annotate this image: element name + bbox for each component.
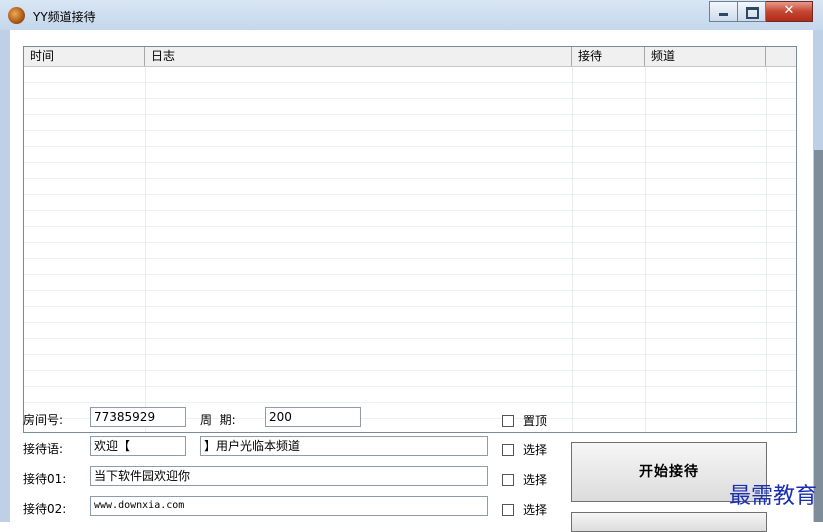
period-input[interactable]: 200 bbox=[265, 407, 361, 427]
greeting01-input[interactable]: 当下软件园欢迎你 bbox=[90, 466, 488, 486]
maximize-button[interactable] bbox=[738, 1, 766, 22]
pin-top-checkbox[interactable]: 置顶 bbox=[502, 412, 547, 429]
greeting-select-checkbox[interactable]: 选择 bbox=[502, 441, 547, 458]
client-area: 时间 日志 接待 频道 房间号: 77385929 周 期: 200 置顶 接待… bbox=[10, 30, 813, 532]
window-title: YY频道接待 bbox=[33, 10, 96, 24]
watermark-text: 最需教育 bbox=[728, 484, 817, 509]
column-header-reception[interactable]: 接待 bbox=[572, 47, 645, 66]
period-label: 周 期: bbox=[200, 413, 236, 427]
minimize-button[interactable] bbox=[709, 1, 738, 22]
greeting-prefix-input[interactable]: 欢迎【 bbox=[90, 436, 186, 456]
column-divider bbox=[645, 67, 646, 432]
greeting-suffix-input[interactable]: 】用户光临本频道 bbox=[200, 436, 488, 456]
column-header-channel[interactable]: 频道 bbox=[645, 47, 766, 66]
greeting01-select-checkbox[interactable]: 选择 bbox=[502, 471, 547, 488]
greeting02-select-checkbox[interactable]: 选择 bbox=[502, 501, 547, 518]
column-header-log[interactable]: 日志 bbox=[145, 47, 572, 66]
greeting-label: 接待语: bbox=[23, 442, 64, 456]
checkbox-box[interactable] bbox=[502, 414, 514, 427]
checkbox-box[interactable] bbox=[502, 443, 514, 456]
window-edge bbox=[814, 150, 823, 522]
select-label: 选择 bbox=[523, 503, 548, 517]
title-bar[interactable]: YY频道接待 bbox=[0, 0, 823, 30]
select-label: 选择 bbox=[523, 473, 548, 487]
log-list-header: 时间 日志 接待 频道 bbox=[24, 47, 796, 67]
close-button[interactable] bbox=[766, 1, 813, 22]
greeting01-label: 接待01: bbox=[23, 472, 67, 486]
column-header-time[interactable]: 时间 bbox=[24, 47, 145, 66]
checkbox-box[interactable] bbox=[502, 473, 514, 486]
app-window: YY频道接待 时间 日志 接待 频道 房间号: 77385929 周 期: 2 bbox=[0, 0, 823, 532]
pin-top-label: 置顶 bbox=[523, 414, 548, 428]
column-divider bbox=[572, 67, 573, 432]
checkbox-box[interactable] bbox=[502, 503, 514, 516]
greeting02-input[interactable]: www.downxia.com bbox=[90, 496, 488, 516]
secondary-button[interactable] bbox=[571, 512, 767, 532]
greeting02-label: 接待02: bbox=[23, 502, 67, 516]
app-icon bbox=[8, 7, 25, 24]
column-divider bbox=[145, 67, 146, 432]
column-divider bbox=[766, 67, 767, 432]
window-controls bbox=[709, 1, 813, 22]
log-list-body[interactable] bbox=[24, 67, 796, 432]
room-number-label: 房间号: bbox=[23, 413, 64, 427]
column-header-filler bbox=[766, 47, 796, 66]
log-list[interactable]: 时间 日志 接待 频道 bbox=[23, 46, 797, 433]
room-number-input[interactable]: 77385929 bbox=[90, 407, 186, 427]
select-label: 选择 bbox=[523, 443, 548, 457]
